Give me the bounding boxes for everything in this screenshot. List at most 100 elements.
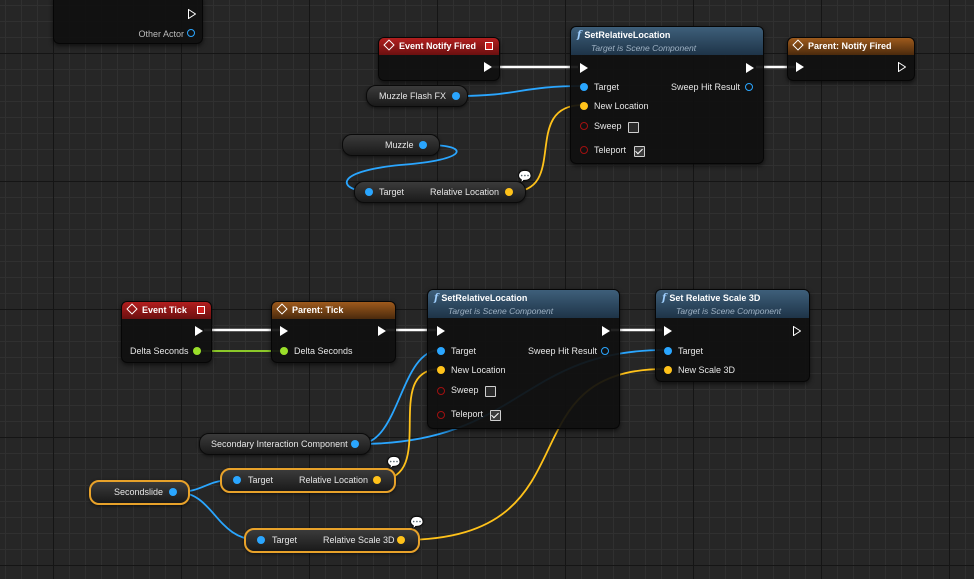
teleport-label: Teleport <box>594 145 627 155</box>
sweep-label: Sweep <box>594 121 622 131</box>
exec-out-pin[interactable] <box>746 63 754 73</box>
comment-bubble-icon[interactable]: 💬 <box>387 456 401 469</box>
output-label: Relative Location <box>299 475 369 485</box>
other-actor-label: Other Actor <box>138 29 184 39</box>
parent-tick-header: Parent: Tick <box>272 302 395 319</box>
node-subtitle: Target is Scene Component <box>448 306 554 316</box>
muzzle-variable[interactable]: Muzzle <box>342 134 440 156</box>
exec-out-pin[interactable] <box>484 62 492 72</box>
target-pin[interactable] <box>664 347 672 355</box>
partial-node-top-left[interactable]: Other Actor <box>53 0 203 44</box>
set-relative-scale-3d-node[interactable]: f Set Relative Scale 3D Target is Scene Co… <box>655 289 810 382</box>
exec-out-pin[interactable] <box>195 326 203 336</box>
parent-notify-fired-node[interactable]: Parent: Notify Fired <box>787 37 915 81</box>
get-relative-scale-3d-node[interactable]: Target Relative Scale 3D <box>244 528 420 553</box>
new-scale-3d-pin[interactable] <box>664 366 672 374</box>
function-icon: f <box>577 30 582 41</box>
exec-out-pin[interactable] <box>602 326 610 336</box>
get-relative-location-node-2[interactable]: Target Relative Location <box>220 468 396 493</box>
teleport-label: Teleport <box>451 409 484 419</box>
teleport-checkbox[interactable] <box>634 146 645 157</box>
target-pin[interactable] <box>580 83 588 91</box>
node-title: SetRelativeLocation <box>584 30 671 40</box>
target-pin[interactable] <box>233 476 241 484</box>
other-actor-pin[interactable] <box>187 29 195 37</box>
variable-label: Secondary Interaction Component <box>211 439 348 449</box>
object-wire <box>457 85 584 97</box>
get-relative-location-node-1[interactable]: Target Relative Location <box>354 181 526 203</box>
function-call-icon <box>792 39 804 51</box>
target-pin[interactable] <box>365 188 373 196</box>
function-header: f SetRelativeLocation Target is Scene Comp… <box>571 27 763 55</box>
target-pin[interactable] <box>257 536 265 544</box>
teleport-pin[interactable] <box>580 146 588 154</box>
target-label: Target <box>678 346 704 356</box>
output-pin[interactable] <box>419 141 427 149</box>
sweep-hit-pin[interactable] <box>745 83 753 91</box>
function-call-icon <box>276 303 288 315</box>
target-label: Target <box>451 346 477 356</box>
sweep-checkbox[interactable] <box>485 386 496 397</box>
exec-in-pin[interactable] <box>580 63 588 73</box>
target-label: Target <box>248 475 274 485</box>
exec-in-pin[interactable] <box>437 326 445 336</box>
node-title: Parent: Tick <box>292 305 344 315</box>
output-pin[interactable] <box>351 440 359 448</box>
variable-label: Muzzle <box>385 140 414 150</box>
sweep-label: Sweep <box>451 385 479 395</box>
exec-out-pin[interactable] <box>898 61 907 73</box>
sweep-pin[interactable] <box>580 122 588 130</box>
delta-seconds-label: Delta Seconds <box>130 346 189 356</box>
target-label: Target <box>379 187 405 197</box>
event-notify-header: Event Notify Fired <box>379 38 499 55</box>
event-icon <box>126 303 138 315</box>
variable-label: Secondslide <box>114 487 164 497</box>
set-relative-location-node-1[interactable]: f SetRelativeLocation Target is Scene Comp… <box>570 26 764 164</box>
new-location-pin[interactable] <box>580 102 588 110</box>
sweep-hit-pin[interactable] <box>601 347 609 355</box>
set-relative-location-node-2[interactable]: f SetRelativeLocation Target is Scene Comp… <box>427 289 620 429</box>
output-label: Relative Scale 3D <box>323 535 395 545</box>
teleport-pin[interactable] <box>437 411 445 419</box>
output-label: Relative Location <box>430 187 500 197</box>
muzzle-flash-fx-variable[interactable]: Muzzle Flash FX <box>366 85 468 107</box>
delta-seconds-pin[interactable] <box>280 347 288 355</box>
delta-seconds-pin[interactable] <box>193 347 201 355</box>
relative-location-pin[interactable] <box>505 188 513 196</box>
event-notify-fired-node[interactable]: Event Notify Fired <box>378 37 500 81</box>
delegate-icon <box>485 42 493 50</box>
secondary-interaction-component-variable[interactable]: Secondary Interaction Component <box>199 433 371 455</box>
new-location-pin[interactable] <box>437 366 445 374</box>
sweep-checkbox[interactable] <box>628 122 639 133</box>
exec-in-pin[interactable] <box>664 326 672 336</box>
comment-bubble-icon[interactable]: 💬 <box>518 170 532 183</box>
parent-tick-node[interactable]: Parent: Tick Delta Seconds <box>271 301 396 363</box>
target-label: Target <box>272 535 298 545</box>
variable-label: Muzzle Flash FX <box>379 91 447 101</box>
new-scale-3d-label: New Scale 3D <box>678 365 736 375</box>
new-location-label: New Location <box>594 101 649 111</box>
output-pin[interactable] <box>169 488 177 496</box>
function-icon: f <box>662 293 667 304</box>
exec-out-pin[interactable] <box>793 325 802 337</box>
function-header: f Set Relative Scale 3D Target is Scene Co… <box>656 290 809 318</box>
sweep-hit-label: Sweep Hit Result <box>528 346 598 356</box>
target-pin[interactable] <box>437 347 445 355</box>
node-title: SetRelativeLocation <box>441 293 528 303</box>
new-location-label: New Location <box>451 365 506 375</box>
node-title: Set Relative Scale 3D <box>669 293 761 303</box>
exec-out-pin[interactable] <box>188 8 197 20</box>
exec-in-pin[interactable] <box>280 326 288 336</box>
exec-in-pin[interactable] <box>796 62 804 72</box>
teleport-checkbox[interactable] <box>490 410 501 421</box>
comment-bubble-icon[interactable]: 💬 <box>410 516 424 529</box>
function-icon: f <box>434 293 439 304</box>
output-pin[interactable] <box>452 92 460 100</box>
relative-scale-3d-pin[interactable] <box>397 536 405 544</box>
event-tick-node[interactable]: Event Tick Delta Seconds <box>121 301 212 363</box>
exec-out-pin[interactable] <box>378 326 386 336</box>
relative-location-pin[interactable] <box>373 476 381 484</box>
sweep-pin[interactable] <box>437 387 445 395</box>
secondslide-variable[interactable]: Secondslide <box>89 480 190 505</box>
target-label: Target <box>594 82 620 92</box>
